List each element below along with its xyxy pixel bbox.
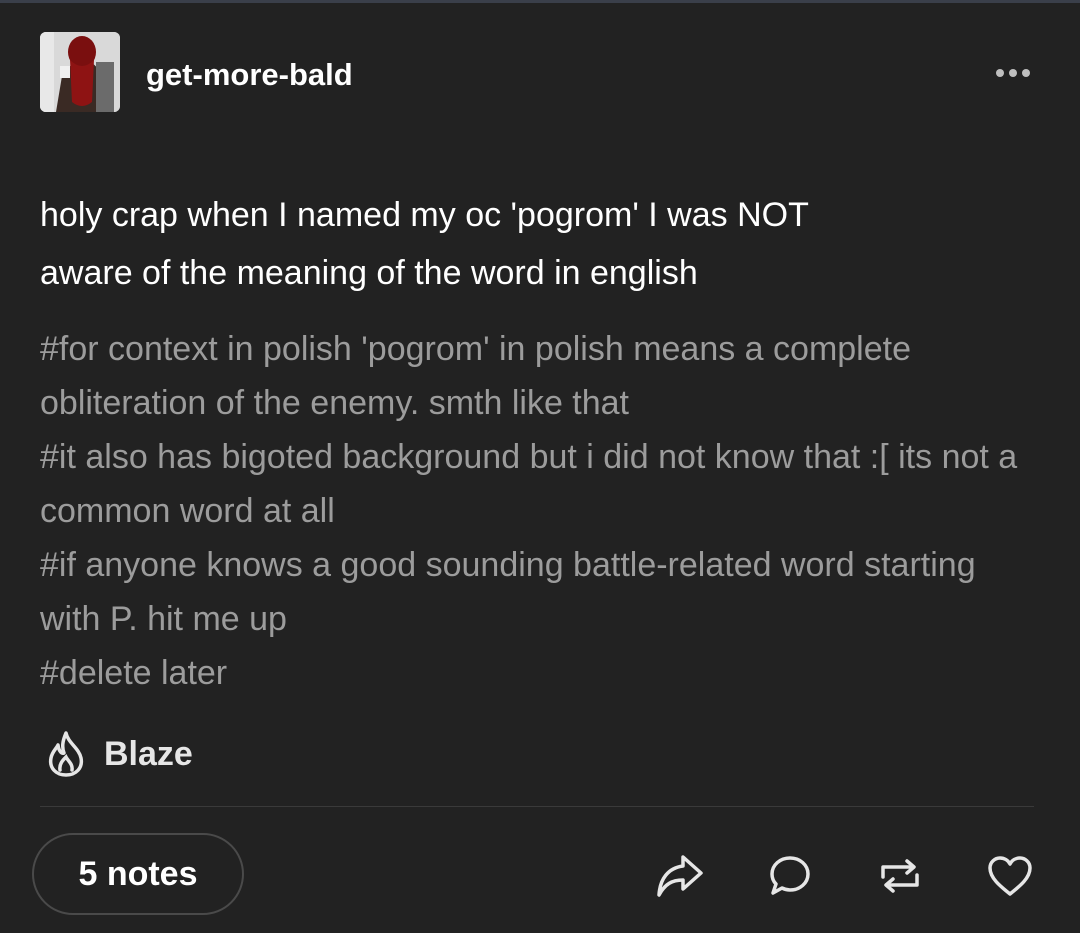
- divider: [40, 806, 1034, 807]
- username[interactable]: get-more-bald: [146, 55, 353, 95]
- top-border: [0, 0, 1080, 3]
- blaze-label: Blaze: [104, 734, 193, 773]
- more-dots-icon: [1009, 69, 1017, 77]
- post-body: holy crap when I named my oc 'pogrom' I …: [40, 186, 1030, 302]
- reply-button[interactable]: [762, 848, 818, 904]
- blaze-button[interactable]: Blaze: [44, 726, 193, 782]
- avatar-image: [40, 32, 120, 112]
- more-dots-icon: [1022, 69, 1030, 77]
- more-dots-icon: [996, 69, 1004, 77]
- reply-bubble-icon: [770, 856, 810, 895]
- more-options-button[interactable]: [996, 58, 1046, 88]
- post-body-line: aware of the meaning of the word in engl…: [40, 254, 698, 292]
- tag[interactable]: #if anyone knows a good sounding battle-…: [40, 538, 1030, 646]
- notes-button[interactable]: 5 notes: [32, 833, 244, 915]
- reblog-icon: [881, 859, 919, 893]
- post-tags: #for context in polish 'pogrom' in polis…: [40, 322, 1030, 700]
- share-icon: [657, 855, 703, 897]
- like-button[interactable]: [982, 848, 1038, 904]
- tag[interactable]: #for context in polish 'pogrom' in polis…: [40, 322, 1030, 430]
- tag[interactable]: #delete later: [40, 646, 1030, 700]
- flame-icon: [48, 731, 84, 777]
- heart-icon: [988, 856, 1032, 896]
- tag[interactable]: #it also has bigoted background but i di…: [40, 430, 1030, 538]
- reblog-button[interactable]: [872, 848, 928, 904]
- post-body-line: holy crap when I named my oc 'pogrom' I …: [40, 196, 809, 234]
- avatar[interactable]: [40, 32, 120, 112]
- share-button[interactable]: [652, 848, 708, 904]
